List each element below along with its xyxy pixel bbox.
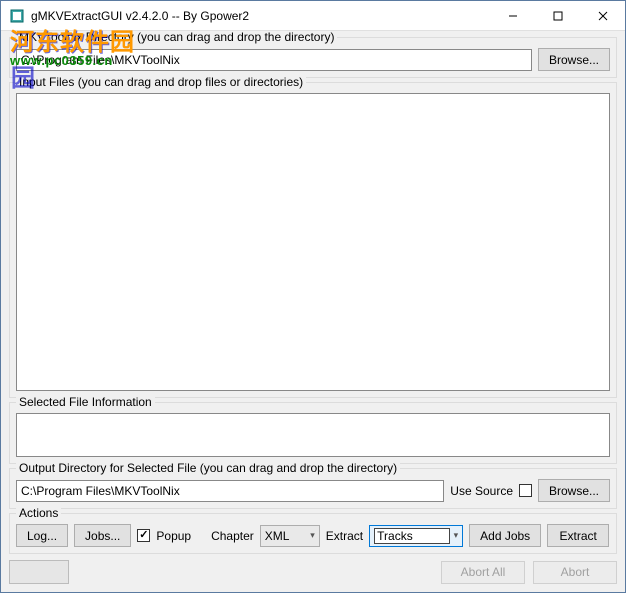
client-area: MKVToolnix Directory (you can drag and d…: [1, 31, 625, 592]
footer: Abort All Abort: [9, 560, 617, 584]
extract-mode-select[interactable]: Tracks ▾: [369, 525, 463, 547]
use-source-checkbox[interactable]: [519, 484, 532, 497]
window-controls: [490, 1, 625, 30]
window-title: gMKVExtractGUI v2.4.2.0 -- By Gpower2: [31, 9, 490, 23]
add-jobs-button[interactable]: Add Jobs: [469, 524, 541, 547]
actions-group: Actions Log... Jobs... Popup Chapter XML…: [9, 513, 617, 554]
chevron-down-icon: ▾: [454, 530, 461, 541]
actions-legend: Actions: [16, 506, 61, 520]
extract-button[interactable]: Extract: [547, 524, 609, 547]
titlebar: gMKVExtractGUI v2.4.2.0 -- By Gpower2: [1, 1, 625, 31]
log-button[interactable]: Log...: [16, 524, 68, 547]
abort-button[interactable]: Abort: [533, 561, 617, 584]
chapter-format-select[interactable]: XML ▾: [260, 525, 320, 547]
input-files-group: Input Files (you can drag and drop files…: [9, 82, 617, 398]
jobs-button[interactable]: Jobs...: [74, 524, 131, 547]
popup-label: Popup: [156, 529, 191, 543]
mkvtoolnix-path-input[interactable]: [16, 49, 532, 71]
output-legend: Output Directory for Selected File (you …: [16, 461, 400, 475]
chapter-label: Chapter: [211, 529, 254, 543]
use-source-label: Use Source: [450, 484, 513, 498]
output-browse-button[interactable]: Browse...: [538, 479, 610, 502]
input-files-legend: Input Files (you can drag and drop files…: [16, 75, 306, 89]
mkvtoolnix-legend: MKVToolnix Directory (you can drag and d…: [16, 31, 337, 44]
minimize-button[interactable]: [490, 1, 535, 30]
input-files-list[interactable]: [16, 93, 610, 391]
maximize-button[interactable]: [535, 1, 580, 30]
mkvtoolnix-group: MKVToolnix Directory (you can drag and d…: [9, 37, 617, 78]
close-button[interactable]: [580, 1, 625, 30]
popup-checkbox[interactable]: [137, 529, 150, 542]
extract-label: Extract: [326, 529, 363, 543]
file-info-box[interactable]: [16, 413, 610, 457]
file-info-legend: Selected File Information: [16, 395, 155, 409]
app-icon: [9, 8, 25, 24]
app-window: gMKVExtractGUI v2.4.2.0 -- By Gpower2 河东…: [0, 0, 626, 593]
progress-bar: [9, 560, 69, 584]
abort-all-button[interactable]: Abort All: [441, 561, 525, 584]
mkvtoolnix-browse-button[interactable]: Browse...: [538, 48, 610, 71]
chevron-down-icon: ▾: [310, 530, 317, 541]
output-group: Output Directory for Selected File (you …: [9, 468, 617, 509]
output-path-input[interactable]: [16, 480, 444, 502]
file-info-group: Selected File Information: [9, 402, 617, 464]
